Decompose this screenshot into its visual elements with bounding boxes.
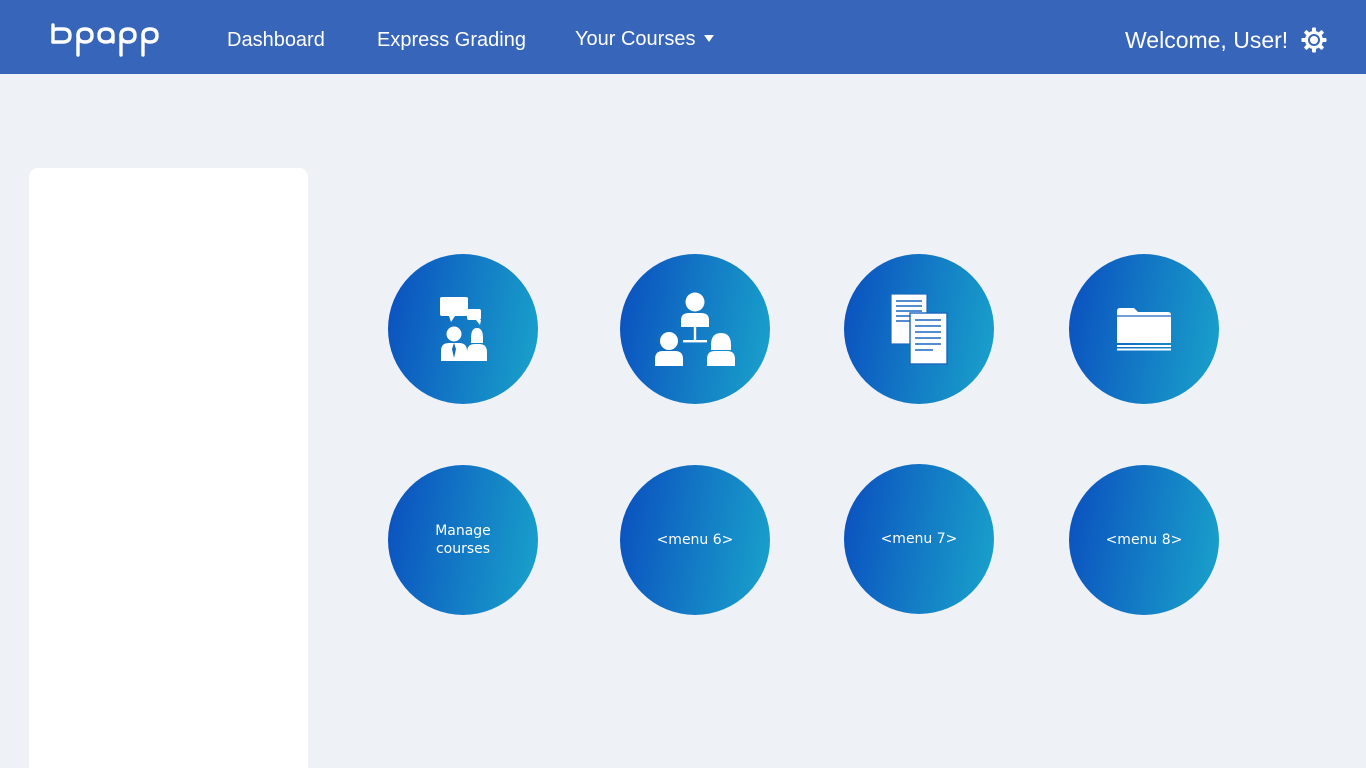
menu-tile-label: <menu 6>: [656, 532, 734, 548]
top-navigation-bar: Dashboard Express Grading Your Courses W…: [0, 0, 1366, 74]
menu-tile-manage-courses[interactable]: Manage courses: [388, 465, 538, 615]
discussion-people-icon: [440, 297, 487, 361]
gear-icon[interactable]: [1301, 27, 1327, 53]
side-panel: [29, 168, 308, 768]
menu-tile-7[interactable]: <menu 7>: [844, 464, 994, 614]
bpapp-logo[interactable]: [50, 20, 174, 58]
caret-down-icon: [704, 35, 715, 43]
menu-tile-label: <menu 7>: [880, 531, 958, 547]
folder-icon: [1117, 308, 1171, 351]
menu-tile-6[interactable]: <menu 6>: [620, 465, 770, 615]
nav-dashboard[interactable]: Dashboard: [227, 28, 325, 52]
nav-your-courses-label: Your Courses: [575, 28, 696, 50]
nav-express-grading[interactable]: Express Grading: [377, 28, 526, 52]
menu-tile-documents[interactable]: [844, 254, 994, 404]
nav-your-courses-dropdown[interactable]: Your Courses: [575, 27, 715, 51]
menu-tile-team[interactable]: [620, 254, 770, 404]
menu-tile-8[interactable]: <menu 8>: [1069, 465, 1219, 615]
menu-tile-discussion[interactable]: [388, 254, 538, 404]
menu-tile-label: Manage courses: [435, 523, 491, 557]
menu-tile-folder[interactable]: [1069, 254, 1219, 404]
menu-tile-label: <menu 8>: [1105, 532, 1183, 548]
documents-icon: [890, 293, 948, 365]
welcome-message: Welcome, User!: [1125, 27, 1289, 53]
team-hierarchy-icon: [655, 292, 735, 366]
